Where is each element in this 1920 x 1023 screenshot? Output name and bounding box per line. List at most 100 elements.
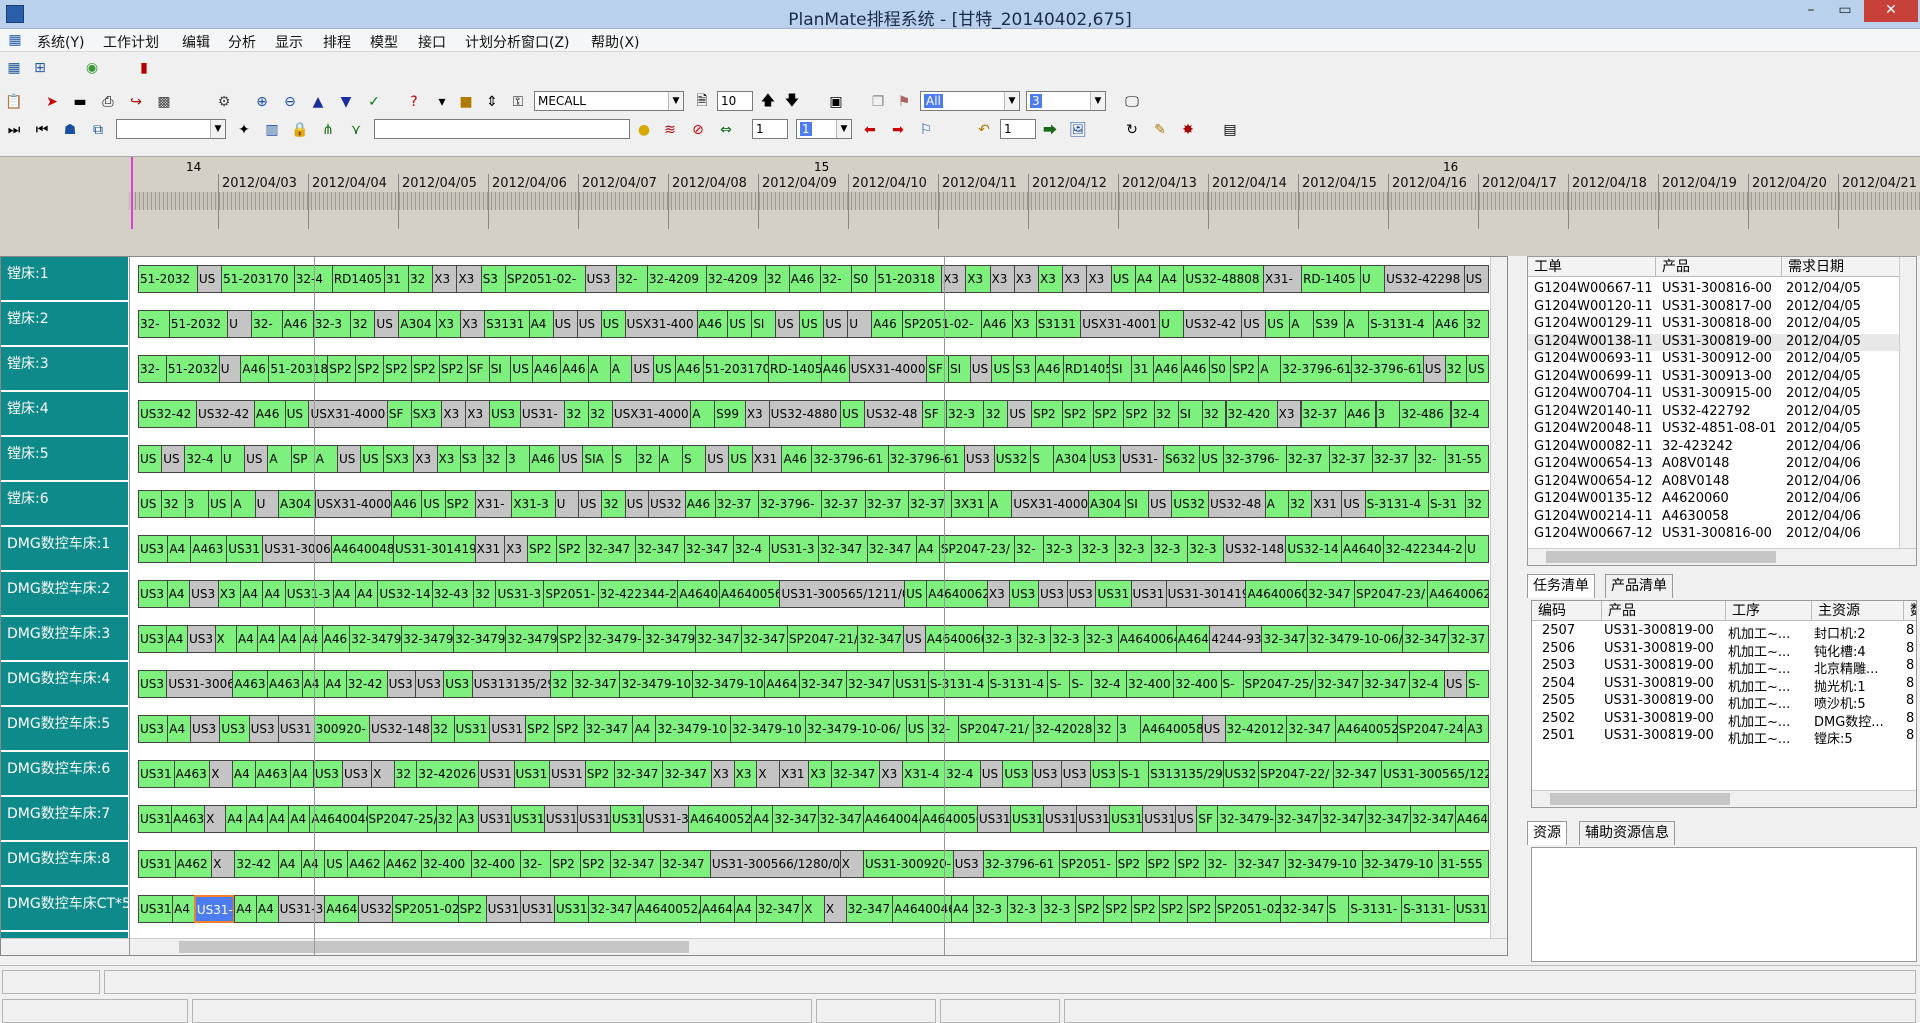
- task-bar[interactable]: 32-: [251, 310, 283, 338]
- table-icon[interactable]: ▦: [4, 58, 24, 78]
- task-bar[interactable]: US3: [386, 670, 416, 698]
- resource-label[interactable]: DMG数控车床:4: [1, 662, 128, 706]
- task-bar[interactable]: A4640062: [926, 580, 988, 608]
- task-bar[interactable]: US3: [1009, 580, 1039, 608]
- task-bar[interactable]: X3: [1038, 265, 1064, 293]
- task-bar[interactable]: 32: [764, 265, 790, 293]
- task-bar[interactable]: A46: [532, 355, 562, 383]
- task-bar[interactable]: 51-203170: [702, 355, 769, 383]
- task-bar[interactable]: 32: [1464, 490, 1489, 518]
- task-bar[interactable]: US: [1110, 265, 1136, 293]
- task-bar[interactable]: SP2: [1123, 400, 1155, 428]
- task-bar[interactable]: 32-347: [1274, 805, 1321, 833]
- task-bar[interactable]: US: [840, 400, 866, 428]
- task-bar[interactable]: S39: [1313, 310, 1346, 338]
- task-bar[interactable]: A4: [231, 760, 256, 788]
- task-bar[interactable]: 32-3479: [505, 625, 559, 653]
- task-bar[interactable]: US: [775, 310, 801, 338]
- right-arrow-icon[interactable]: ➡: [888, 120, 908, 140]
- task-bar[interactable]: 32-3: [972, 895, 1008, 923]
- task-bar[interactable]: X3: [465, 400, 491, 428]
- task-bar[interactable]: 32-3: [1006, 895, 1043, 923]
- task-bar[interactable]: 32-3796-61: [1351, 355, 1424, 383]
- task-bar[interactable]: US: [631, 355, 655, 383]
- task-bar[interactable]: A4: [751, 805, 774, 833]
- task-bar[interactable]: S99: [714, 400, 746, 428]
- task-bar[interactable]: 51-2032: [165, 355, 220, 383]
- task-bar[interactable]: A: [1289, 310, 1315, 338]
- task-bar[interactable]: US: [1466, 355, 1489, 383]
- calendar-combo[interactable]: MECALL ▼: [534, 91, 684, 111]
- flag-icon[interactable]: ⚐: [916, 120, 936, 140]
- split-icon[interactable]: ⋔: [318, 120, 338, 140]
- task-bar[interactable]: S: [681, 445, 707, 473]
- task-bar[interactable]: US31: [489, 715, 527, 743]
- resource-combo[interactable]: ▼: [116, 119, 226, 139]
- key-icon[interactable]: ⚿: [508, 92, 528, 112]
- task-bar[interactable]: X3: [986, 580, 1011, 608]
- task-bar[interactable]: A4: [234, 895, 257, 923]
- arrow-up-icon[interactable]: ▲: [308, 92, 328, 112]
- coin-icon[interactable]: ●: [634, 120, 654, 140]
- exit-icon[interactable]: ▮: [134, 58, 154, 78]
- task-bar[interactable]: US: [1422, 355, 1446, 383]
- task-bar[interactable]: 32-347: [588, 895, 636, 923]
- task-bar[interactable]: A: [1258, 355, 1282, 383]
- task-bar[interactable]: 32-3: [982, 625, 1018, 653]
- task-bar[interactable]: X31-3: [511, 490, 556, 518]
- task-bar[interactable]: US31-3006: [166, 670, 234, 698]
- task-bar[interactable]: A4: [267, 805, 290, 833]
- task-bar[interactable]: 32-347: [695, 625, 743, 653]
- task-bar[interactable]: US31: [138, 760, 175, 788]
- task-bar[interactable]: 300920-: [313, 715, 370, 743]
- task-bar[interactable]: US: [374, 310, 400, 338]
- task-bar[interactable]: US: [1148, 490, 1173, 518]
- task-bar[interactable]: A46: [674, 355, 704, 383]
- task-bar[interactable]: SP2: [411, 355, 441, 383]
- task-bar[interactable]: A463: [173, 760, 211, 788]
- task-bar[interactable]: US3: [584, 265, 617, 293]
- task-bar[interactable]: 32-420: [1225, 400, 1278, 428]
- task-bar[interactable]: X3: [460, 310, 486, 338]
- task-bar[interactable]: 32: [430, 715, 455, 743]
- task-bar[interactable]: 31: [1131, 355, 1154, 383]
- task-bar[interactable]: US: [1463, 265, 1489, 293]
- task-bar[interactable]: SP2051-02-: [504, 265, 586, 293]
- task-bar[interactable]: 32-: [615, 265, 648, 293]
- task-bar[interactable]: SP2047-22/: [1258, 760, 1334, 788]
- task-bar[interactable]: 32: [635, 445, 660, 473]
- task-bar[interactable]: S-3131-4: [1364, 490, 1429, 518]
- left-arrow-icon[interactable]: ⬅: [860, 120, 880, 140]
- task-bar[interactable]: A4: [1159, 265, 1185, 293]
- calculator-icon[interactable]: ▣: [826, 92, 846, 112]
- task-bar[interactable]: US3: [1038, 580, 1068, 608]
- task-bar[interactable]: SP2: [557, 625, 586, 653]
- task-bar[interactable]: 32-3: [1043, 535, 1081, 563]
- resource-label[interactable]: DMG数控车床CT*5: [1, 887, 128, 931]
- menu-analysis[interactable]: 分析: [228, 32, 256, 52]
- task-bar[interactable]: 32-37: [1448, 625, 1489, 653]
- task-bar[interactable]: 32: [473, 580, 497, 608]
- task-bar[interactable]: USX31-400: [624, 310, 698, 338]
- task-bar[interactable]: 32-347: [798, 670, 848, 698]
- task-bar[interactable]: 32-347: [1332, 760, 1383, 788]
- task-bar[interactable]: 32-3479-10: [619, 670, 693, 698]
- task-bar[interactable]: US3: [1066, 580, 1097, 608]
- task-bar[interactable]: US31: [553, 895, 589, 923]
- task-bar[interactable]: A: [1344, 310, 1370, 338]
- task-bar[interactable]: SF: [1196, 805, 1219, 833]
- task-bar[interactable]: X3: [744, 400, 770, 428]
- menu-plan-analysis-window[interactable]: 计划分析窗口(Z): [465, 32, 570, 52]
- task-bar[interactable]: A46: [820, 355, 850, 383]
- task-bar[interactable]: 32-347: [817, 805, 864, 833]
- resource-label[interactable]: DMG数控车床:8: [1, 842, 128, 886]
- task-bar[interactable]: A4640044: [862, 805, 921, 833]
- task-bar[interactable]: US31-3: [643, 805, 690, 833]
- task-bar[interactable]: US31: [1043, 805, 1078, 833]
- timeline-ruler[interactable]: [128, 192, 1920, 210]
- task-bar[interactable]: 31-555: [1438, 850, 1489, 878]
- menu-help[interactable]: 帮助(X): [591, 32, 640, 52]
- task-bar[interactable]: US3: [138, 580, 168, 608]
- task-bar[interactable]: A304: [278, 490, 316, 518]
- task-bar[interactable]: US: [903, 625, 926, 653]
